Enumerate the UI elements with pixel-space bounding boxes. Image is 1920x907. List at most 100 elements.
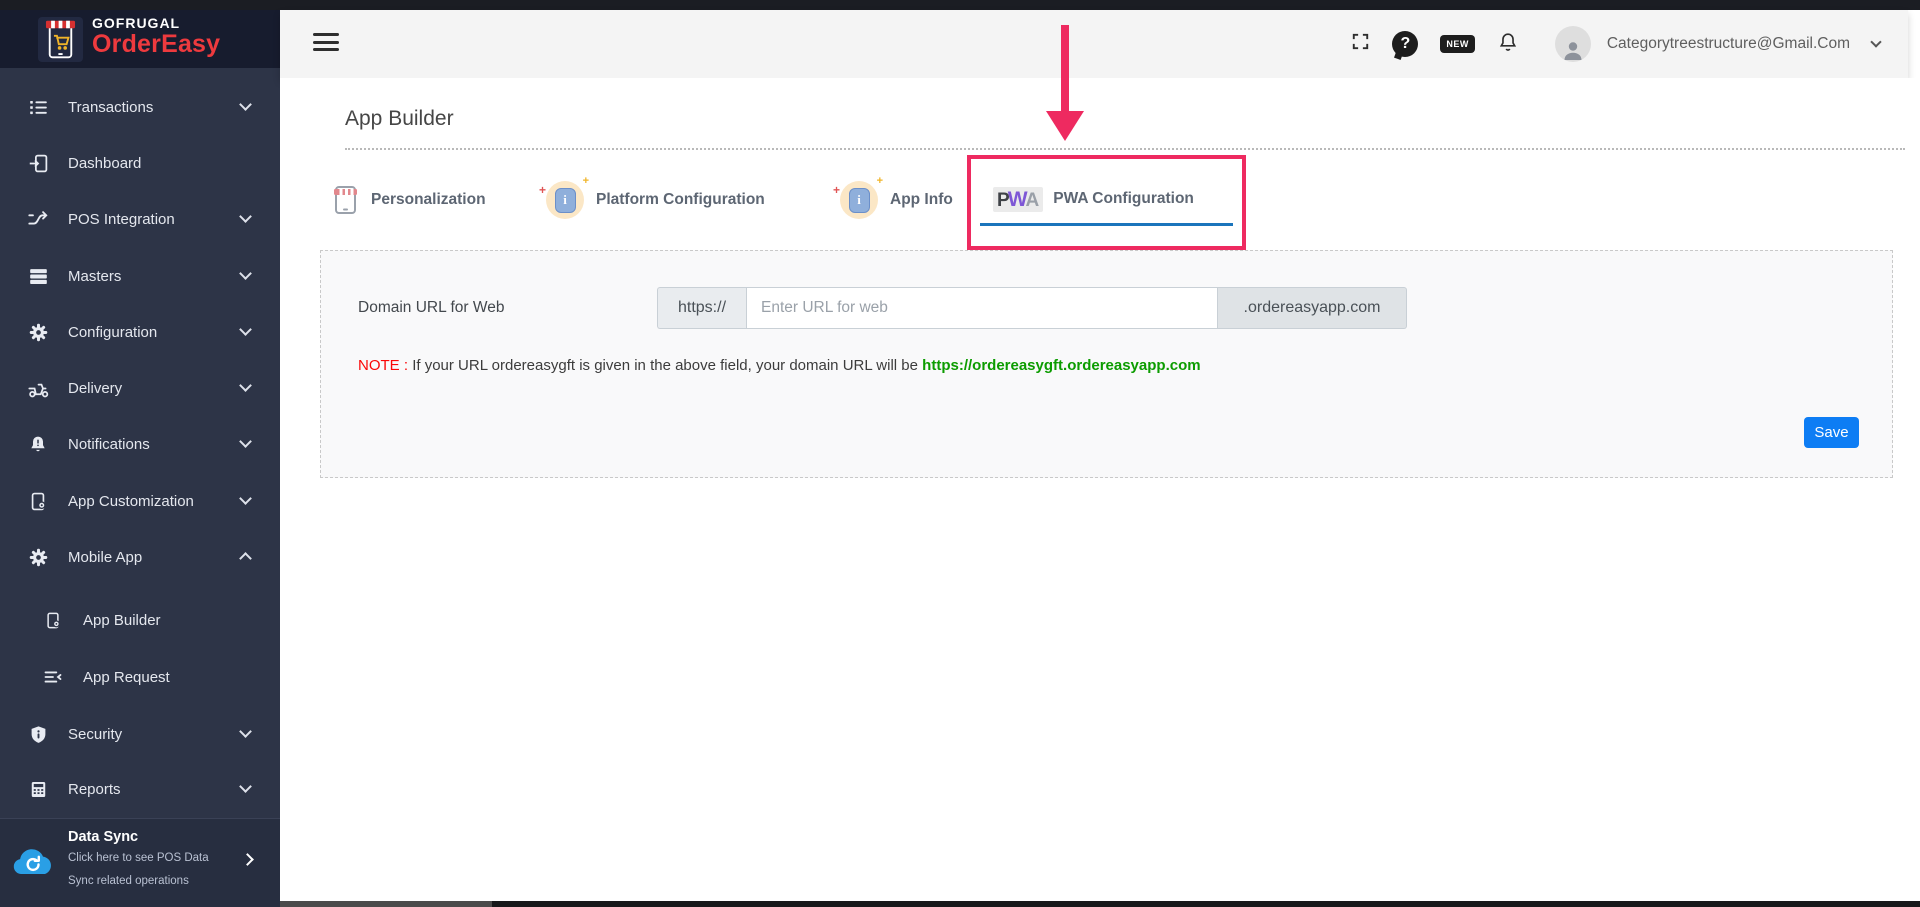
sidebar-item-pos-integration[interactable]: POS Integration	[0, 199, 280, 239]
sidebar-item-transactions[interactable]: Transactions	[0, 87, 280, 127]
domain-url-label: Domain URL for Web	[358, 299, 505, 316]
shield-icon	[26, 724, 50, 745]
tab-platform-configuration[interactable]: i Platform Configuration	[539, 175, 765, 222]
reports-icon	[26, 779, 50, 800]
sidebar-item-app-customization[interactable]: App Customization	[0, 481, 280, 521]
storefront-phone-icon	[334, 186, 357, 214]
window-bottom-strip	[492, 901, 1920, 907]
sidebar-item-label: App Builder	[83, 611, 161, 629]
hamburger-menu-icon[interactable]	[313, 33, 339, 56]
pos-integration-icon	[26, 208, 50, 230]
pwa-configuration-panel: Domain URL for Web https:// .ordereasyap…	[320, 250, 1893, 478]
note-label: NOTE :	[358, 357, 409, 374]
transactions-list-icon	[26, 97, 50, 118]
brand-logo[interactable]: GOFRUGAL OrderEasy	[0, 10, 280, 68]
chevron-down-icon	[239, 435, 252, 448]
help-glyph: ?	[1400, 35, 1411, 52]
chevron-down-icon	[239, 379, 252, 392]
info-icon: i	[539, 175, 589, 219]
sidebar-item-configuration[interactable]: Configuration	[0, 312, 280, 352]
brand-company: GOFRUGAL	[92, 15, 181, 31]
user-email[interactable]: Categorytreestructure@Gmail.Com	[1607, 35, 1850, 53]
user-avatar[interactable]	[1554, 26, 1591, 62]
bell-icon	[26, 434, 50, 455]
sidebar-item-delivery[interactable]: Delivery	[0, 368, 280, 408]
tab-label: PWA Configuration	[1053, 190, 1194, 207]
cloud-sync-icon	[10, 843, 57, 886]
url-suffix-addon: .ordereasyapp.com	[1218, 287, 1407, 329]
chevron-down-icon	[239, 725, 252, 738]
info-icon: i	[833, 175, 883, 219]
sidebar-item-label: Dashboard	[68, 154, 142, 172]
data-sync-description: Sync related operations	[68, 875, 189, 887]
notifications-bell-icon[interactable]	[1497, 31, 1519, 58]
sidebar-item-app-builder[interactable]: App Builder	[0, 600, 280, 640]
sidebar-item-mobile-app[interactable]: Mobile App	[0, 537, 280, 577]
tab-pwa-configuration[interactable]: PWA PWA Configuration	[993, 179, 1194, 219]
chevron-down-icon	[239, 210, 252, 223]
annotation-arrow	[1061, 25, 1069, 112]
chevron-down-icon	[239, 98, 252, 111]
sidebar-item-masters[interactable]: Masters	[0, 256, 280, 296]
masters-stack-icon	[26, 266, 50, 287]
gear-icon	[26, 547, 50, 568]
brand-product: OrderEasy	[92, 30, 221, 58]
sidebar: GOFRUGAL OrderEasy Transactions Dashboar…	[0, 10, 280, 907]
tab-label: App Info	[890, 191, 953, 208]
data-sync-panel[interactable]: Data Sync Click here to see POS Data Syn…	[0, 818, 280, 907]
chevron-up-icon	[239, 552, 252, 565]
sidebar-item-label: Configuration	[68, 323, 158, 341]
tab-app-info[interactable]: i App Info	[833, 175, 953, 222]
tab-label: Personalization	[371, 191, 486, 208]
url-prefix-addon: https://	[657, 287, 746, 329]
sidebar-item-label: App Customization	[68, 492, 194, 510]
sidebar-item-label: App Request	[83, 668, 170, 686]
annotation-arrow-head	[1046, 111, 1084, 141]
chevron-right-icon[interactable]	[241, 853, 254, 866]
chevron-down-icon	[239, 323, 252, 336]
title-separator	[345, 148, 1905, 150]
ordereasy-logo-icon	[38, 17, 83, 62]
gear-icon	[26, 322, 50, 343]
sidebar-item-security[interactable]: Security	[0, 714, 280, 754]
chevron-down-icon	[239, 780, 252, 793]
annotation-highlight-box: PWA PWA Configuration	[967, 155, 1246, 250]
sidebar-item-notifications[interactable]: Notifications	[0, 424, 280, 464]
list-chevron-icon	[41, 667, 65, 687]
sidebar-item-label: POS Integration	[68, 210, 175, 228]
main-content: App Builder Personalization i Platform C…	[280, 78, 1920, 901]
pwa-logo-icon: PWA	[993, 186, 1044, 212]
phone-gear-icon	[41, 611, 65, 630]
delivery-scooter-icon	[26, 378, 50, 399]
domain-url-input[interactable]	[746, 287, 1218, 329]
sidebar-item-label: Masters	[68, 267, 122, 285]
new-badge[interactable]: NEW	[1440, 35, 1475, 53]
save-button[interactable]: Save	[1804, 417, 1859, 448]
tab-label: Platform Configuration	[596, 191, 765, 208]
chevron-down-icon[interactable]	[1870, 36, 1882, 48]
domain-url-input-group: https:// .ordereasyapp.com	[657, 287, 1407, 329]
tab-personalization[interactable]: Personalization	[332, 178, 486, 222]
sidebar-item-label: Security	[68, 725, 123, 743]
note-text: If your URL ordereasygft is given in the…	[412, 357, 918, 374]
data-sync-title: Data Sync	[68, 829, 139, 845]
window-bottom-strip	[280, 901, 492, 907]
help-icon[interactable]: ?	[1392, 31, 1419, 57]
sidebar-item-label: Reports	[68, 780, 121, 798]
sidebar-item-dashboard[interactable]: Dashboard	[0, 143, 280, 183]
sidebar-item-label: Delivery	[68, 379, 123, 397]
sidebar-item-label: Transactions	[68, 98, 154, 116]
person-icon	[1564, 42, 1582, 60]
chevron-down-icon	[239, 267, 252, 280]
sidebar-item-reports[interactable]: Reports	[0, 769, 280, 809]
sidebar-item-app-request[interactable]: App Request	[0, 657, 280, 697]
fullscreen-icon[interactable]	[1351, 32, 1370, 56]
page-title: App Builder	[345, 107, 454, 130]
sidebar-item-label: Notifications	[68, 435, 150, 453]
topbar: ? NEW Categorytreestructure@Gmail.Com	[280, 10, 1908, 78]
active-tab-underline	[980, 223, 1233, 226]
note-domain-preview: https://ordereasygft.ordereasyapp.com	[922, 357, 1201, 374]
storefront-cart-icon	[45, 20, 76, 59]
domain-note: NOTE : If your URL ordereasygft is given…	[358, 357, 1201, 374]
sidebar-item-label: Mobile App	[68, 548, 143, 566]
